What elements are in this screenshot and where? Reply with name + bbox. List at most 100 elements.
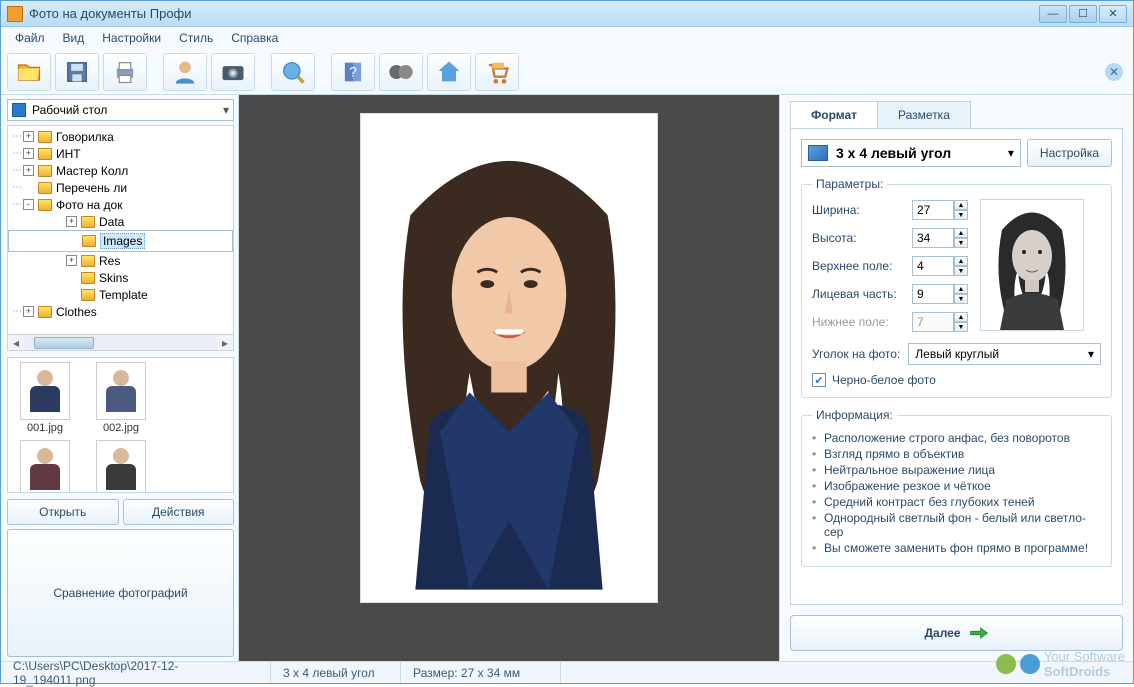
- spin-down-icon[interactable]: ▼: [954, 210, 968, 220]
- help-book-button[interactable]: ?: [331, 53, 375, 91]
- expand-icon[interactable]: +: [23, 148, 34, 159]
- tree-item[interactable]: ⋯+ИНТ: [8, 145, 233, 162]
- compare-button[interactable]: Сравнение фотографий: [7, 529, 234, 657]
- thumbnail-item[interactable]: 003.jpg: [12, 440, 78, 493]
- location-combo[interactable]: Рабочий стол ▾: [7, 99, 234, 121]
- expand-icon[interactable]: [66, 289, 77, 300]
- home-button[interactable]: [427, 53, 471, 91]
- status-size: Размер: 27 x 34 мм: [401, 662, 561, 683]
- tree-item[interactable]: Images: [8, 230, 233, 252]
- thumbnail-image: [96, 440, 146, 493]
- tree-item[interactable]: ⋯-Фото на док: [8, 196, 233, 213]
- expand-icon[interactable]: -: [23, 199, 34, 210]
- tree-label: Template: [99, 288, 148, 302]
- tree-item[interactable]: +Res: [8, 252, 233, 269]
- folder-icon: [38, 306, 52, 318]
- menu-settings[interactable]: Настройки: [94, 29, 169, 47]
- close-button[interactable]: ✕: [1099, 5, 1127, 23]
- format-combo[interactable]: 3 x 4 левый угол ▾: [801, 139, 1021, 167]
- tree-item[interactable]: ⋯+Говорилка: [8, 128, 233, 145]
- thumbnail-item[interactable]: 002.jpg: [88, 362, 154, 434]
- tree-item[interactable]: Skins: [8, 269, 233, 286]
- info-legend: Информация:: [812, 408, 897, 422]
- expand-icon[interactable]: +: [23, 131, 34, 142]
- main-photo[interactable]: [371, 124, 647, 592]
- info-item: Изображение резкое и чёткое: [812, 478, 1101, 494]
- thumbnail-caption: 002.jpg: [103, 422, 139, 434]
- spin-up-icon[interactable]: ▲: [954, 256, 968, 266]
- info-item: Нейтральное выражение лица: [812, 462, 1101, 478]
- spin-up-icon[interactable]: ▲: [954, 228, 968, 238]
- expand-icon[interactable]: [67, 236, 78, 247]
- tab-format[interactable]: Формат: [790, 101, 878, 128]
- menu-style[interactable]: Стиль: [171, 29, 221, 47]
- video-button[interactable]: [379, 53, 423, 91]
- spin-up-icon[interactable]: ▲: [954, 284, 968, 294]
- watermark: Your Software SoftDroids: [996, 649, 1125, 679]
- open-button[interactable]: Открыть: [7, 499, 119, 525]
- photo-frame: [360, 113, 658, 603]
- width-input[interactable]: [912, 200, 954, 220]
- folder-icon: [38, 182, 52, 194]
- menu-help[interactable]: Справка: [223, 29, 286, 47]
- spin-down-icon[interactable]: ▼: [954, 238, 968, 248]
- expand-icon[interactable]: [23, 182, 34, 193]
- menu-file[interactable]: Файл: [7, 29, 53, 47]
- expand-icon[interactable]: +: [66, 216, 77, 227]
- tree-item[interactable]: ⋯+Мастер Колл: [8, 162, 233, 179]
- canvas: [239, 95, 779, 661]
- tree-label: Images: [100, 233, 145, 249]
- info-item: Вы сможете заменить фон прямо в программ…: [812, 540, 1101, 556]
- folder-icon: [38, 199, 52, 211]
- open-file-button[interactable]: [7, 53, 51, 91]
- cart-button[interactable]: [475, 53, 519, 91]
- actions-button[interactable]: Действия: [123, 499, 235, 525]
- save-button[interactable]: [55, 53, 99, 91]
- thumbnail-item[interactable]: 6.jpg: [88, 440, 154, 493]
- top-margin-input[interactable]: [912, 256, 954, 276]
- windows-icon: [1020, 654, 1040, 674]
- face-part-label: Лицевая часть:: [812, 287, 906, 301]
- tab-body: 3 x 4 левый угол ▾ Настройка Параметры: …: [790, 128, 1123, 605]
- camera-button[interactable]: [211, 53, 255, 91]
- face-part-input[interactable]: [912, 284, 954, 304]
- scroll-thumb[interactable]: [34, 337, 94, 349]
- spin-up-icon[interactable]: ▲: [954, 200, 968, 210]
- tree-scrollbar[interactable]: ◂ ▸: [7, 335, 234, 351]
- next-button[interactable]: Далее: [790, 615, 1123, 651]
- expand-icon[interactable]: +: [66, 255, 77, 266]
- top-margin-label: Верхнее поле:: [812, 259, 906, 273]
- chevron-down-icon: ▾: [1008, 146, 1014, 160]
- tree-item[interactable]: ⋯+Clothes: [8, 303, 233, 320]
- bw-checkbox[interactable]: ✔ Черно-белое фото: [812, 373, 1101, 387]
- spin-down-icon[interactable]: ▼: [954, 294, 968, 304]
- close-hint-icon[interactable]: ✕: [1105, 63, 1123, 81]
- tab-layout[interactable]: Разметка: [877, 101, 971, 128]
- expand-icon[interactable]: [66, 272, 77, 283]
- maximize-button[interactable]: ☐: [1069, 5, 1097, 23]
- format-settings-button[interactable]: Настройка: [1027, 139, 1112, 167]
- folder-tree[interactable]: ⋯+Говорилка⋯+ИНТ⋯+Мастер Колл⋯Перечень л…: [7, 125, 234, 335]
- tree-label: Говорилка: [56, 130, 114, 144]
- thumbnail-item[interactable]: 001.jpg: [12, 362, 78, 434]
- scroll-left-icon[interactable]: ◂: [8, 336, 24, 350]
- user-button[interactable]: [163, 53, 207, 91]
- tree-item[interactable]: +Data: [8, 213, 233, 230]
- print-button[interactable]: [103, 53, 147, 91]
- chevron-down-icon: ▾: [223, 103, 229, 117]
- minimize-button[interactable]: —: [1039, 5, 1067, 23]
- spin-down-icon[interactable]: ▼: [954, 266, 968, 276]
- app-icon: [7, 6, 23, 22]
- info-item: Однородный светлый фон - белый или светл…: [812, 510, 1101, 540]
- watermark-line2: SoftDroids: [1044, 664, 1125, 679]
- menu-view[interactable]: Вид: [55, 29, 93, 47]
- tree-item[interactable]: ⋯Перечень ли: [8, 179, 233, 196]
- expand-icon[interactable]: +: [23, 306, 34, 317]
- height-input[interactable]: [912, 228, 954, 248]
- tree-label: ИНТ: [56, 147, 81, 161]
- tree-item[interactable]: Template: [8, 286, 233, 303]
- corner-select[interactable]: Левый круглый ▾: [908, 343, 1101, 365]
- globe-search-button[interactable]: [271, 53, 315, 91]
- scroll-right-icon[interactable]: ▸: [217, 336, 233, 350]
- expand-icon[interactable]: +: [23, 165, 34, 176]
